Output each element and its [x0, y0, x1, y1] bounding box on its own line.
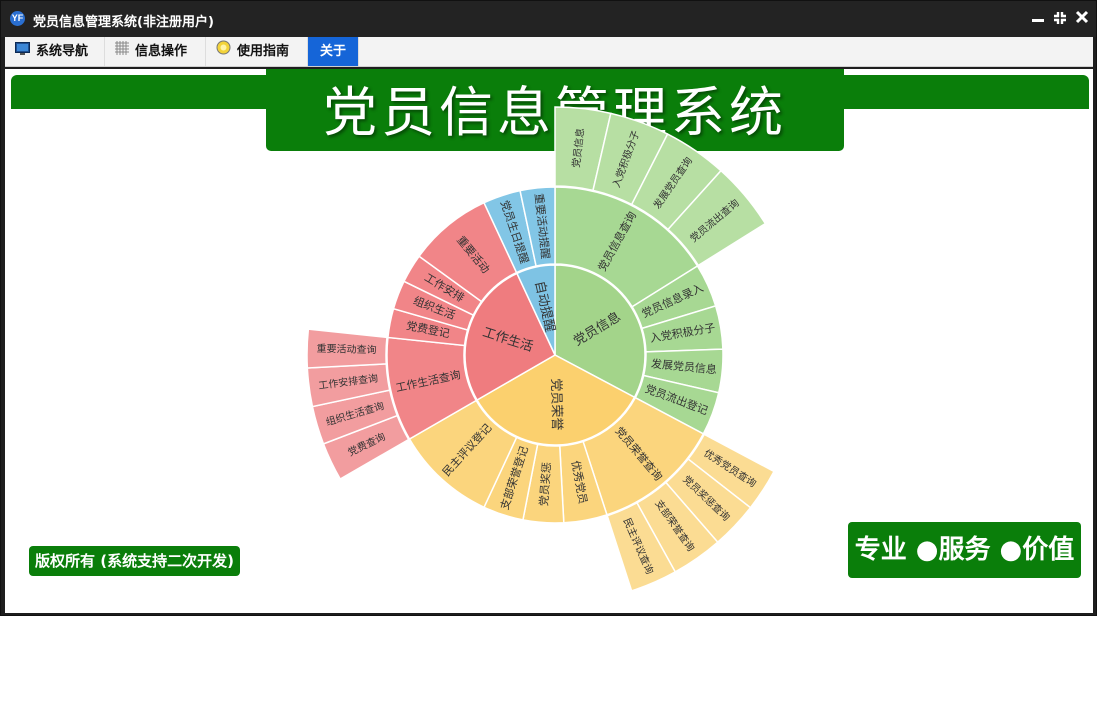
menu-bar: 系统导航 信息操作 使用指南 关于 — [5, 37, 1093, 67]
menu-label: 信息操作 — [135, 44, 188, 59]
menu-label: 关于 — [319, 44, 346, 59]
app-window: YF 党员信息管理系统(非注册用户) 系统导航 信息操作 使用指南 关于 党员信… — [0, 0, 1097, 616]
slogan-badge: 专业 ●服务 ●价值 — [848, 522, 1081, 578]
app-logo-icon: YF — [10, 11, 25, 26]
menu-about[interactable]: 关于 — [308, 37, 359, 66]
window-title: 党员信息管理系统(非注册用户) — [33, 15, 214, 30]
close-icon[interactable] — [1074, 10, 1090, 26]
main-content: 党员信息管理系统 党员信息党员信息查询党员信息入党积极分子发展党员查询党员流出查… — [5, 69, 1093, 613]
monitor-icon — [15, 37, 30, 66]
menu-system-nav[interactable]: 系统导航 — [5, 37, 105, 66]
sunburst-leaf-2-0-3[interactable]: 重要活动查询 — [306, 328, 388, 369]
menu-info-operation[interactable]: 信息操作 — [105, 37, 206, 66]
minimize-icon[interactable] — [1030, 10, 1046, 26]
copyright-badge: 版权所有 (系统支持二次开发) — [29, 546, 240, 576]
grid-icon — [115, 37, 129, 66]
restore-icon[interactable] — [1052, 10, 1068, 26]
sunburst-main-1-label: 党员荣誉 — [548, 378, 564, 430]
bulb-icon — [216, 37, 231, 66]
menu-label: 系统导航 — [36, 44, 89, 59]
menu-user-guide[interactable]: 使用指南 — [206, 37, 308, 66]
title-bar[interactable]: YF 党员信息管理系统(非注册用户) — [1, 1, 1096, 37]
menu-label: 使用指南 — [237, 44, 290, 59]
